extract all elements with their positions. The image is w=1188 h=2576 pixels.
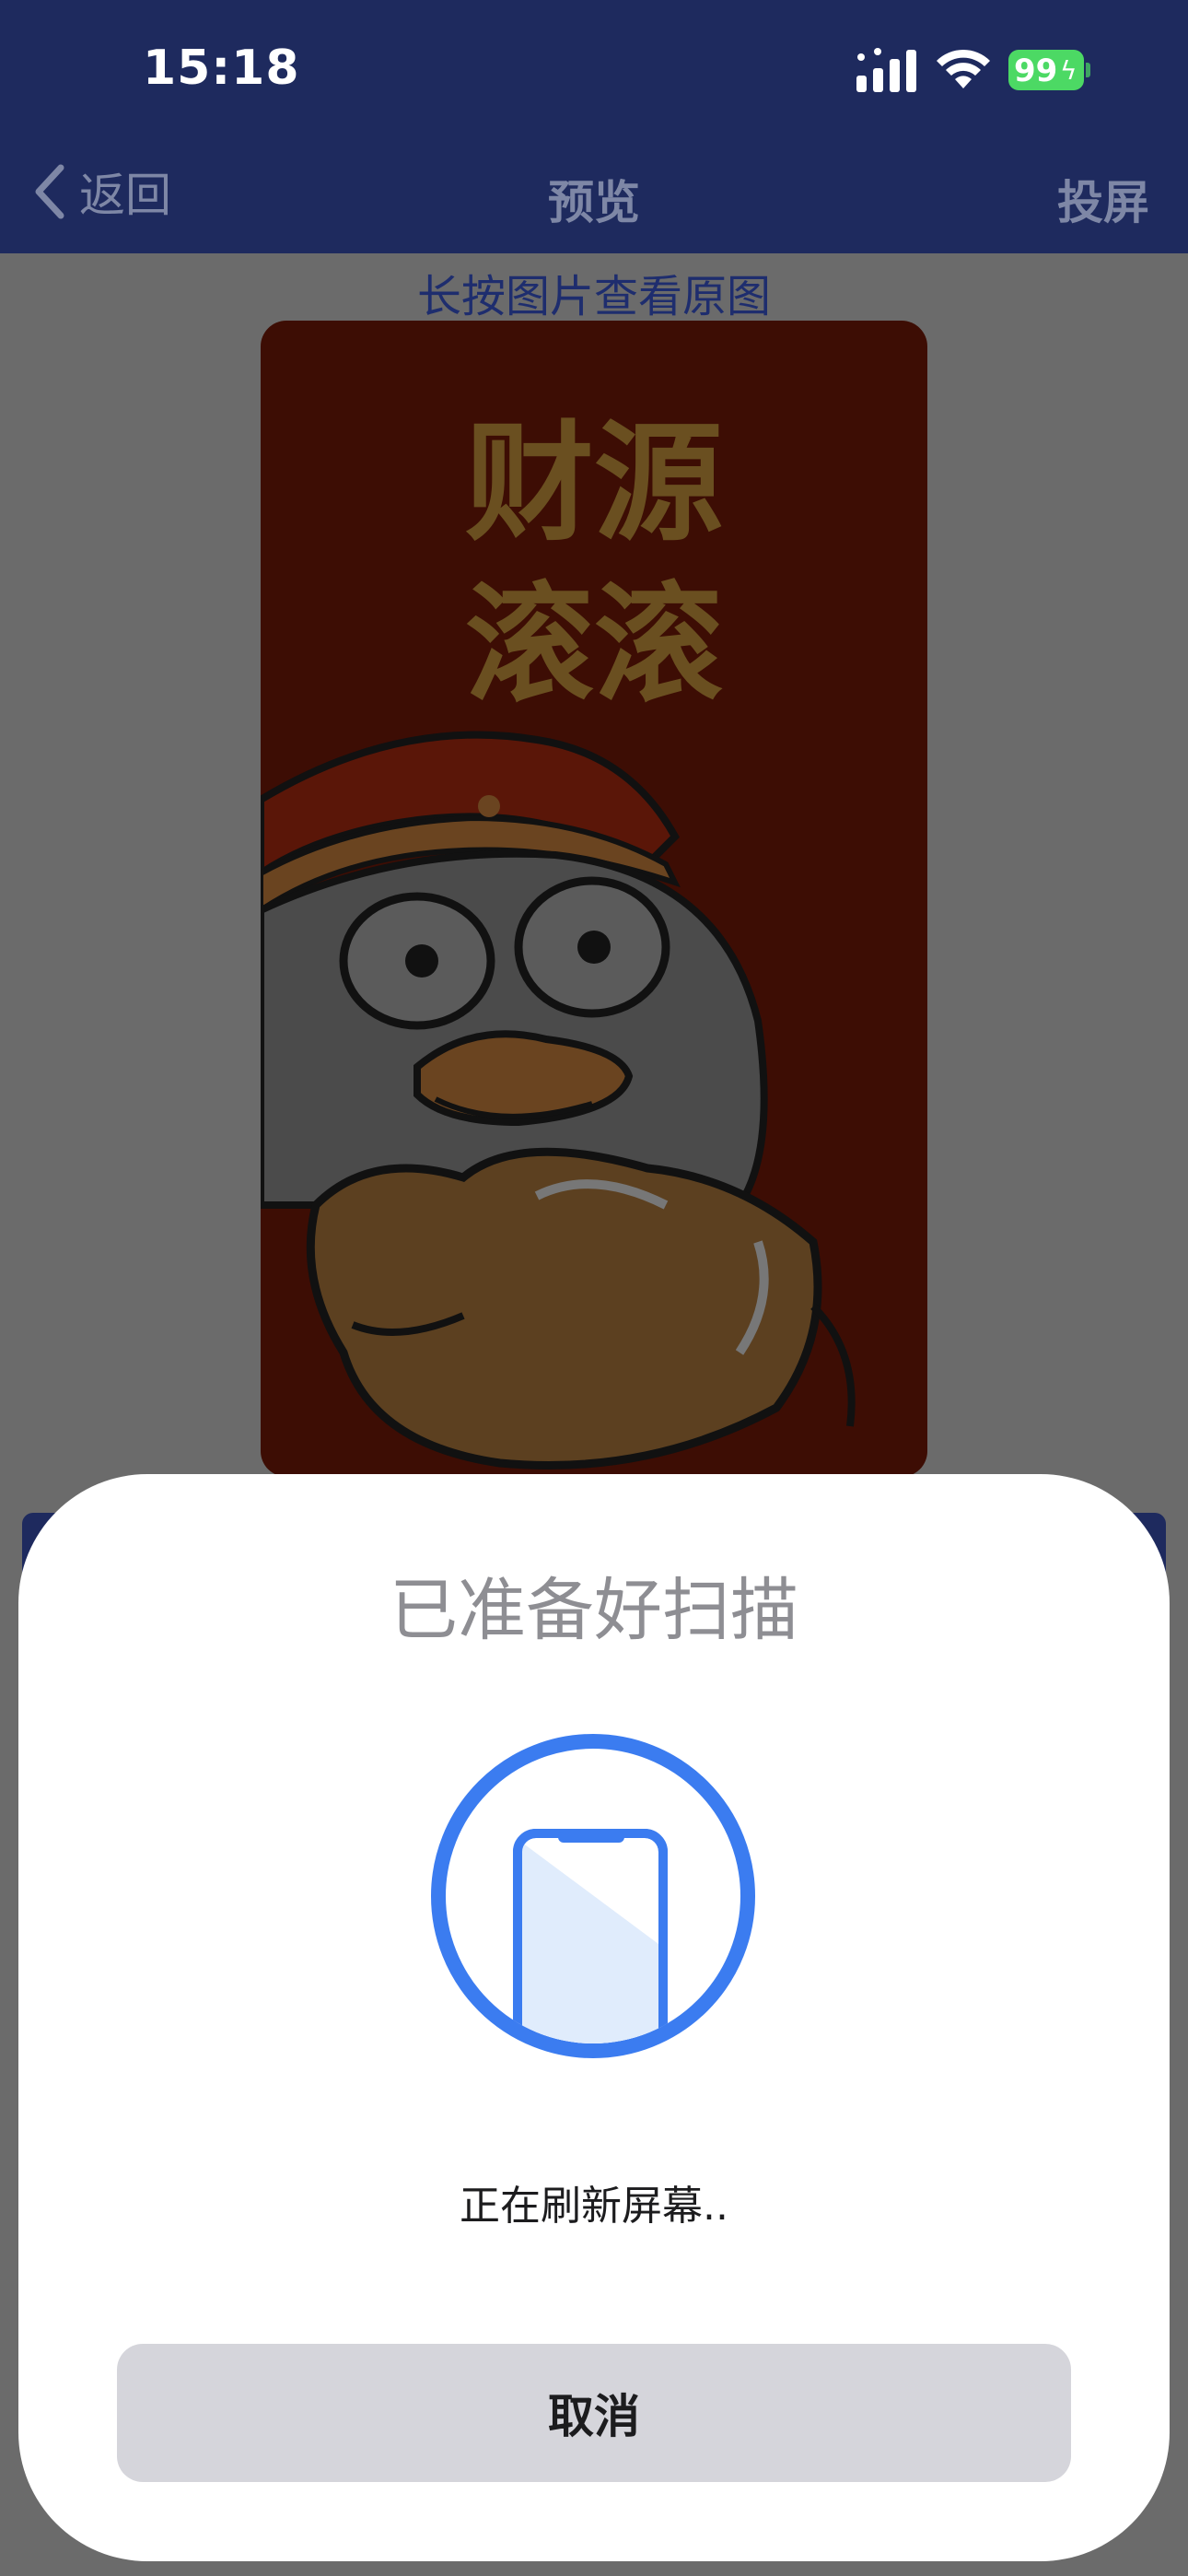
battery-icon: 99 ϟ <box>1008 50 1091 90</box>
caption-line-2: 滚滚 <box>465 570 723 720</box>
battery-level: 99 <box>1014 53 1058 89</box>
sheet-title: 已准备好扫描 <box>390 1571 798 1650</box>
phone-scan-icon <box>431 1734 755 2058</box>
cancel-button[interactable]: 取消 <box>117 2344 1071 2482</box>
status-bar: 15:18 99 ϟ <box>0 0 1188 138</box>
status-time: 15:18 <box>143 41 300 96</box>
cellular-signal-icon <box>856 48 916 92</box>
cast-button[interactable]: 投屏 <box>1057 166 1149 232</box>
scan-sheet: 已准备好扫描 正在刷新屏幕.. 取消 <box>18 1474 1170 2561</box>
scan-status-text: 正在刷新屏幕.. <box>460 2183 728 2230</box>
nav-bar: 返回 预览 投屏 <box>0 138 1188 253</box>
app-header: 15:18 99 ϟ 返回 预览 投屏 <box>0 0 1188 253</box>
caption-line-1: 财源 <box>465 409 723 559</box>
preview-image[interactable]: 财源 滚滚 <box>261 321 927 1477</box>
duck-illustration: 财源 滚滚 <box>261 409 856 1469</box>
wifi-icon <box>937 49 990 88</box>
long-press-hint: 长按图片查看原图 <box>416 271 771 322</box>
charging-bolt-icon: ϟ <box>1060 55 1077 86</box>
page-title: 预览 <box>548 176 640 229</box>
